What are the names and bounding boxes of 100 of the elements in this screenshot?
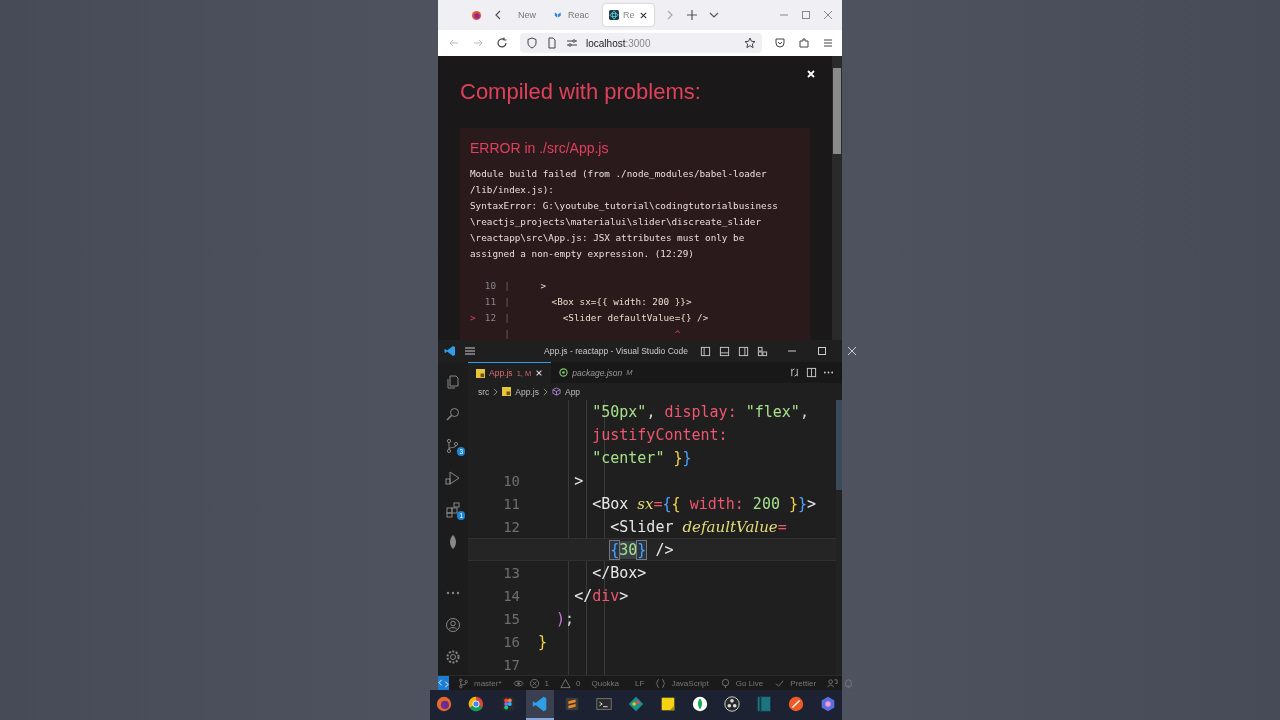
code-token: } (673, 448, 683, 467)
code-token: } (798, 494, 808, 513)
error-message-line: Module build failed (from ./node_modules/babel-loader (470, 167, 768, 181)
extensions-icon[interactable] (798, 37, 810, 49)
code-token: ) (556, 609, 566, 628)
status-item[interactable]: Go Live (735, 678, 764, 688)
menu-icon[interactable] (822, 37, 834, 49)
code-token: ; (565, 609, 575, 628)
menu-icon[interactable] (464, 345, 476, 357)
account-icon[interactable] (445, 617, 461, 633)
code-line: <Box sx={{ width: 200 }}> (550, 295, 692, 309)
js-file-icon (502, 387, 512, 396)
error-message-line: SyntaxError: G:\youtube_tutorial\codingtutorialbusiness (470, 199, 779, 213)
code-token: "center" (592, 448, 666, 467)
code-line: ^ (673, 327, 681, 340)
error-heading: ERROR in ./src/App.js (470, 140, 610, 156)
line-number: 10 (503, 472, 520, 489)
code-token: } (538, 632, 548, 651)
tab-logo-icon (609, 10, 620, 20)
overlay-title: Compiled with problems: (460, 79, 701, 105)
eye-icon[interactable] (512, 677, 524, 689)
layout-icon[interactable] (699, 345, 711, 357)
line-number: 12 (503, 518, 520, 535)
line-number: 10 (484, 280, 496, 291)
code-token: > (807, 494, 817, 513)
code-token: = (653, 494, 663, 513)
code-token: div (592, 586, 620, 605)
braces-icon (655, 677, 667, 689)
gutter-text: | (504, 328, 510, 339)
browser-tab[interactable]: Re (603, 4, 654, 26)
breadcrumb-item[interactable]: App (564, 386, 581, 397)
extensions-icon[interactable] (445, 502, 461, 518)
code-token: > (619, 586, 629, 605)
layout-icon[interactable] (756, 345, 768, 357)
code-token: , (646, 402, 657, 421)
bookmark-star-icon[interactable] (744, 37, 756, 49)
error-line-marker: > (470, 312, 476, 323)
scrollbar-thumb[interactable] (836, 400, 842, 490)
code-token: justifyContent: (592, 425, 728, 444)
code-token: <Box (592, 494, 630, 513)
page-icon (546, 37, 558, 49)
new-tab-icon[interactable] (685, 9, 698, 21)
line-number: 11 (484, 296, 496, 307)
reload-icon[interactable] (496, 37, 508, 49)
code-token: { (671, 494, 681, 513)
code-token: { (610, 540, 620, 559)
status-item[interactable]: JavaScript (671, 678, 709, 688)
browser-tab[interactable]: Reac (550, 4, 594, 26)
split-editor-icon[interactable] (806, 367, 817, 378)
status-item[interactable]: Prettier (790, 678, 817, 688)
code-token: , (799, 402, 809, 421)
line-number: 14 (503, 587, 520, 604)
error-count[interactable]: 1 (544, 678, 549, 688)
layout-icon[interactable] (718, 345, 730, 357)
tab-logo-icon (554, 10, 564, 20)
scrollbar[interactable] (832, 56, 842, 340)
address-field[interactable]: localhost:3000 (520, 33, 762, 53)
error-message-line: \reactapp\src\App.js: JSX attributes must only be (470, 231, 746, 245)
warning-count[interactable]: 0 (576, 678, 581, 688)
gutter-text: | (504, 280, 510, 291)
code-token: </Box> (592, 563, 647, 582)
feedback-icon[interactable] (827, 677, 839, 689)
cube-icon (551, 387, 561, 396)
code-token: { (662, 494, 672, 513)
close-icon[interactable] (638, 10, 648, 20)
compare-icon[interactable] (789, 367, 800, 378)
search-icon[interactable] (445, 406, 461, 422)
editor-logo-icon (444, 345, 456, 357)
code-editor[interactable]: "50px", display: "flex", justifyContent: "center" }} 10 > 11 <Box sx={{ width: 200 }}> 12 <Slider defaultValue= {30} /> 13 </Box> 14 </div> 15 ); 16 } 17 (468, 400, 842, 675)
error-message-line: assigned a non-empty expression. (12:29) (470, 247, 695, 261)
code-token: "50px" (592, 402, 647, 421)
maximize-icon[interactable] (815, 345, 828, 357)
pocket-icon[interactable] (774, 37, 786, 49)
chevron-right-icon (493, 387, 499, 396)
branch-icon[interactable] (445, 438, 461, 454)
error-message-line: \reactjs_projects\materialui\slider\discreate_slider (470, 215, 763, 229)
permissions-icon (566, 37, 578, 49)
branch-icon (458, 677, 469, 689)
code-line: <Slider defaultValue={} /> (561, 311, 709, 325)
js-file-icon (476, 368, 485, 378)
files-icon[interactable] (445, 374, 461, 390)
status-item[interactable]: Quokka (591, 678, 620, 688)
code-token: width: (689, 494, 745, 513)
line-number: 17 (503, 656, 520, 673)
breadcrumb-item[interactable]: src (478, 386, 490, 397)
scrollbar-thumb[interactable] (833, 68, 841, 154)
code-token: <Slider (610, 517, 675, 536)
layout-icon[interactable] (737, 345, 749, 357)
status-item[interactable]: LF (635, 678, 645, 688)
settings-icon[interactable] (445, 649, 461, 665)
browser-tab[interactable]: New (514, 4, 540, 26)
code-token: } (682, 448, 692, 467)
line-number: 16 (503, 633, 520, 650)
run-debug-icon[interactable] (445, 470, 461, 486)
code-line: > (539, 279, 546, 293)
gutter-text: | (504, 296, 510, 307)
breadcrumb-item[interactable]: App.js (515, 386, 539, 397)
broadcast-icon (719, 677, 731, 689)
code-editor-icon[interactable] (526, 690, 554, 720)
branch-name[interactable]: master* (474, 678, 502, 688)
